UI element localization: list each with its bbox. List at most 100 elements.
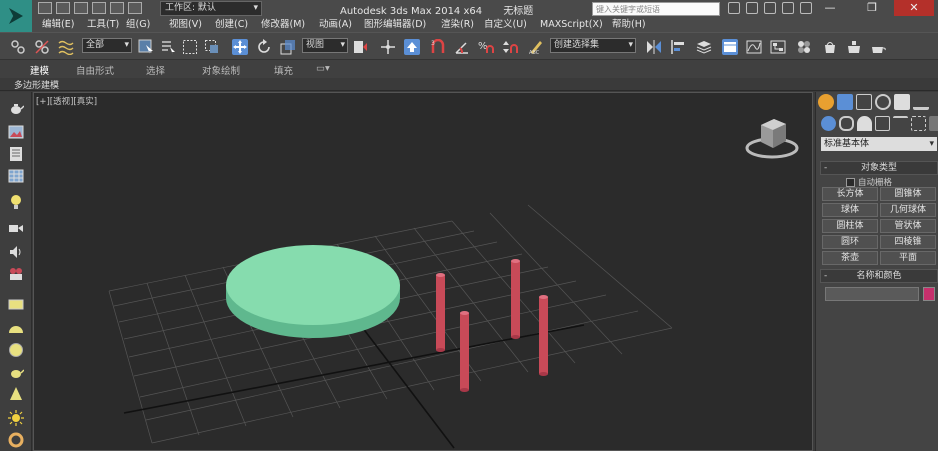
sheet-list-icon[interactable] xyxy=(8,146,24,162)
ribbon-tab-populate[interactable]: 填充 xyxy=(274,63,293,77)
undo-icon[interactable] xyxy=(92,2,106,14)
pyramid-button[interactable]: 四棱锥 xyxy=(880,235,936,249)
ribbon-tab-freeform[interactable]: 自由形式 xyxy=(76,63,114,77)
app-logo-button[interactable] xyxy=(0,0,32,32)
named-selection-dropdown[interactable]: 创建选择集 xyxy=(550,38,636,53)
project-folder-icon[interactable] xyxy=(128,2,142,14)
sound-icon[interactable] xyxy=(8,244,24,260)
cone-primitive-icon[interactable] xyxy=(8,386,24,402)
maximize-button[interactable]: ❐ xyxy=(852,0,892,16)
ribbon-tab-object-paint[interactable]: 对象绘制 xyxy=(202,63,240,77)
reference-coordinate-dropdown[interactable]: 视图 xyxy=(302,38,348,53)
scene-explorer-icon[interactable] xyxy=(722,39,738,55)
select-and-scale-icon[interactable] xyxy=(280,39,296,55)
lights-icon[interactable] xyxy=(857,116,872,131)
select-and-manipulate-icon[interactable] xyxy=(380,39,396,55)
select-object-icon[interactable] xyxy=(138,39,154,55)
image-viewer-icon[interactable] xyxy=(8,124,24,140)
sun-light-icon[interactable] xyxy=(8,410,24,426)
light-bulb-icon[interactable] xyxy=(8,194,24,210)
redo-icon[interactable] xyxy=(110,2,124,14)
select-and-rotate-icon[interactable] xyxy=(256,39,272,55)
select-by-name-icon[interactable] xyxy=(160,39,176,55)
menu-tools[interactable]: 工具(T) xyxy=(77,17,119,32)
object-type-rollout[interactable]: - 对象类型 xyxy=(820,161,938,175)
binoculars-icon[interactable] xyxy=(728,2,740,14)
modify-tab-icon[interactable] xyxy=(837,94,853,110)
percent-snap-icon[interactable]: % xyxy=(478,39,494,55)
angle-snap-toggle-icon[interactable] xyxy=(454,39,470,55)
helpers-icon[interactable] xyxy=(893,116,908,131)
hierarchy-tab-icon[interactable] xyxy=(856,94,872,110)
select-and-move-icon[interactable] xyxy=(232,39,248,55)
table-grid-icon[interactable] xyxy=(8,168,24,184)
cylinder-button[interactable]: 圆柱体 xyxy=(822,219,878,233)
sphere-button[interactable]: 球体 xyxy=(822,203,878,217)
edit-named-selection-icon[interactable]: ABC xyxy=(528,39,544,55)
schematic-view-icon[interactable] xyxy=(770,39,786,55)
minimize-button[interactable]: — xyxy=(810,0,850,16)
polygon-modeling-label[interactable]: 多边形建模 xyxy=(14,78,59,91)
unlink-selection-icon[interactable] xyxy=(34,39,50,55)
search-input[interactable]: 键入关键字或短语 xyxy=(592,2,720,16)
teapot-button[interactable]: 茶壶 xyxy=(822,251,878,265)
menu-edit[interactable]: 编辑(E) xyxy=(32,17,77,32)
cylinder-object-4[interactable] xyxy=(539,295,548,376)
object-name-field[interactable] xyxy=(825,287,919,301)
motion-tab-icon[interactable] xyxy=(875,94,891,110)
space-warps-icon[interactable] xyxy=(911,116,926,131)
mirror-icon[interactable] xyxy=(646,39,662,55)
ribbon-options-icon[interactable]: ▭▾ xyxy=(316,63,330,74)
snaps-toggle-icon[interactable]: 3 xyxy=(430,39,446,55)
geosphere-button[interactable]: 几何球体 xyxy=(880,203,936,217)
workspace-dropdown[interactable]: 工作区: 默认 xyxy=(160,1,262,16)
align-icon[interactable] xyxy=(670,39,686,55)
viewport-label[interactable]: [+][透视][真实] xyxy=(36,95,97,107)
menu-graph-editors[interactable]: 图形编辑器(D) xyxy=(354,17,431,32)
torus-button[interactable]: 圆环 xyxy=(822,235,878,249)
use-pivot-center-icon[interactable] xyxy=(352,39,368,55)
menu-help[interactable]: 帮助(H) xyxy=(602,17,646,32)
box-primitive-icon[interactable] xyxy=(8,296,24,312)
viewcube[interactable] xyxy=(745,119,799,159)
menu-maxscript[interactable]: MAXScript(X) xyxy=(530,17,603,32)
menu-modifiers[interactable]: 修改器(M) xyxy=(251,17,309,32)
open-file-icon[interactable] xyxy=(56,2,70,14)
rectangular-selection-icon[interactable] xyxy=(182,39,198,55)
cameras-icon[interactable] xyxy=(875,116,890,131)
name-and-color-rollout[interactable]: - 名称和颜色 xyxy=(820,269,938,283)
teapot-primitive-icon[interactable] xyxy=(8,364,24,380)
category-dropdown[interactable]: 标准基本体 xyxy=(821,137,937,151)
ribbon-tab-selection[interactable]: 选择 xyxy=(146,63,165,77)
menu-group[interactable]: 组(G) xyxy=(116,17,159,32)
save-file-icon[interactable] xyxy=(74,2,88,14)
keyboard-shortcut-override-icon[interactable] xyxy=(404,39,420,55)
material-editor-icon[interactable] xyxy=(796,39,812,55)
display-tab-icon[interactable] xyxy=(894,94,910,110)
render-production-icon[interactable] xyxy=(870,39,886,55)
object-color-swatch[interactable] xyxy=(923,287,935,301)
menu-customize[interactable]: 自定义(U) xyxy=(474,17,530,32)
flat-cylinder-object[interactable] xyxy=(226,245,400,338)
menu-rendering[interactable]: 渲染(R) xyxy=(431,17,474,32)
subscription-icon[interactable] xyxy=(746,2,758,14)
menu-animation[interactable]: 动画(A) xyxy=(309,17,354,32)
new-file-icon[interactable] xyxy=(38,2,52,14)
cylinder-object-3[interactable] xyxy=(460,311,469,392)
rendered-frame-window-icon[interactable] xyxy=(846,39,862,55)
cone-button[interactable]: 圆锥体 xyxy=(880,187,936,201)
box-button[interactable]: 长方体 xyxy=(822,187,878,201)
film-camera-icon[interactable] xyxy=(8,266,24,282)
plane-button[interactable]: 平面 xyxy=(880,251,936,265)
layer-manager-icon[interactable] xyxy=(696,39,712,55)
teapot-icon[interactable] xyxy=(8,100,24,116)
systems-icon[interactable] xyxy=(929,116,938,131)
create-tab-icon[interactable] xyxy=(818,94,834,110)
menu-views[interactable]: 视图(V) xyxy=(159,17,205,32)
render-setup-icon[interactable] xyxy=(822,39,838,55)
selection-filter-dropdown[interactable]: 全部 xyxy=(82,38,132,53)
curve-editor-icon[interactable] xyxy=(746,39,762,55)
sphere-icon[interactable] xyxy=(8,342,24,358)
communication-icon[interactable] xyxy=(764,2,776,14)
close-button[interactable]: ✕ xyxy=(894,0,934,16)
